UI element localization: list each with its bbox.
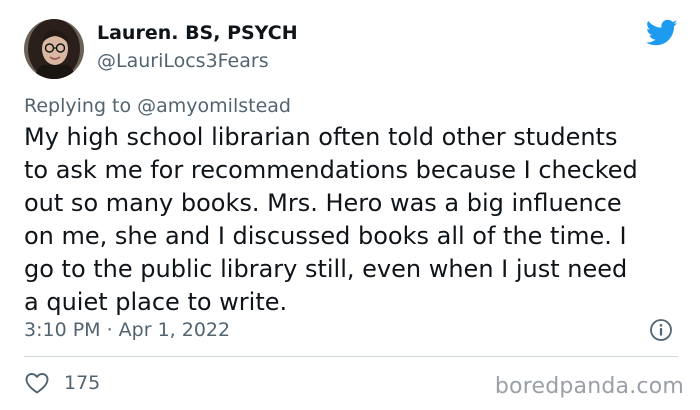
tweet-text-line: My high school librarian often told othe… <box>24 123 618 151</box>
divider <box>24 356 678 357</box>
watermark: boredpanda.com <box>494 374 684 399</box>
tweet-text-line: a quiet place to write. <box>24 288 288 316</box>
replying-to-label: Replying to <box>24 95 138 117</box>
author-handle[interactable]: @LauriLocs3Fears <box>97 50 269 72</box>
tweet-card: Lauren. BS, PSYCH @LauriLocs3Fears Reply… <box>0 0 700 410</box>
reply-mention-link[interactable]: @amyomilstead <box>137 95 291 117</box>
tweet-timestamp[interactable]: 3:10 PM · Apr 1, 2022 <box>24 319 230 341</box>
tweet-text-line: out so many books. Mrs. Hero was a big i… <box>24 189 622 217</box>
avatar[interactable] <box>24 19 84 79</box>
tweet-text-line: to ask me for recommendations because I … <box>24 156 638 184</box>
tweet-text-line: go to the public library still, even whe… <box>24 255 628 283</box>
author-display-name[interactable]: Lauren. BS, PSYCH <box>97 22 298 44</box>
twitter-bird-icon[interactable] <box>645 19 678 47</box>
heart-icon[interactable] <box>24 371 50 395</box>
replying-to: Replying to @amyomilstead <box>24 95 291 117</box>
tweet-text: My high school librarian often told othe… <box>24 121 684 319</box>
like-count: 175 <box>64 372 101 394</box>
tweet-text-line: on me, she and I discussed books all of … <box>24 222 627 250</box>
info-icon[interactable] <box>649 318 673 342</box>
